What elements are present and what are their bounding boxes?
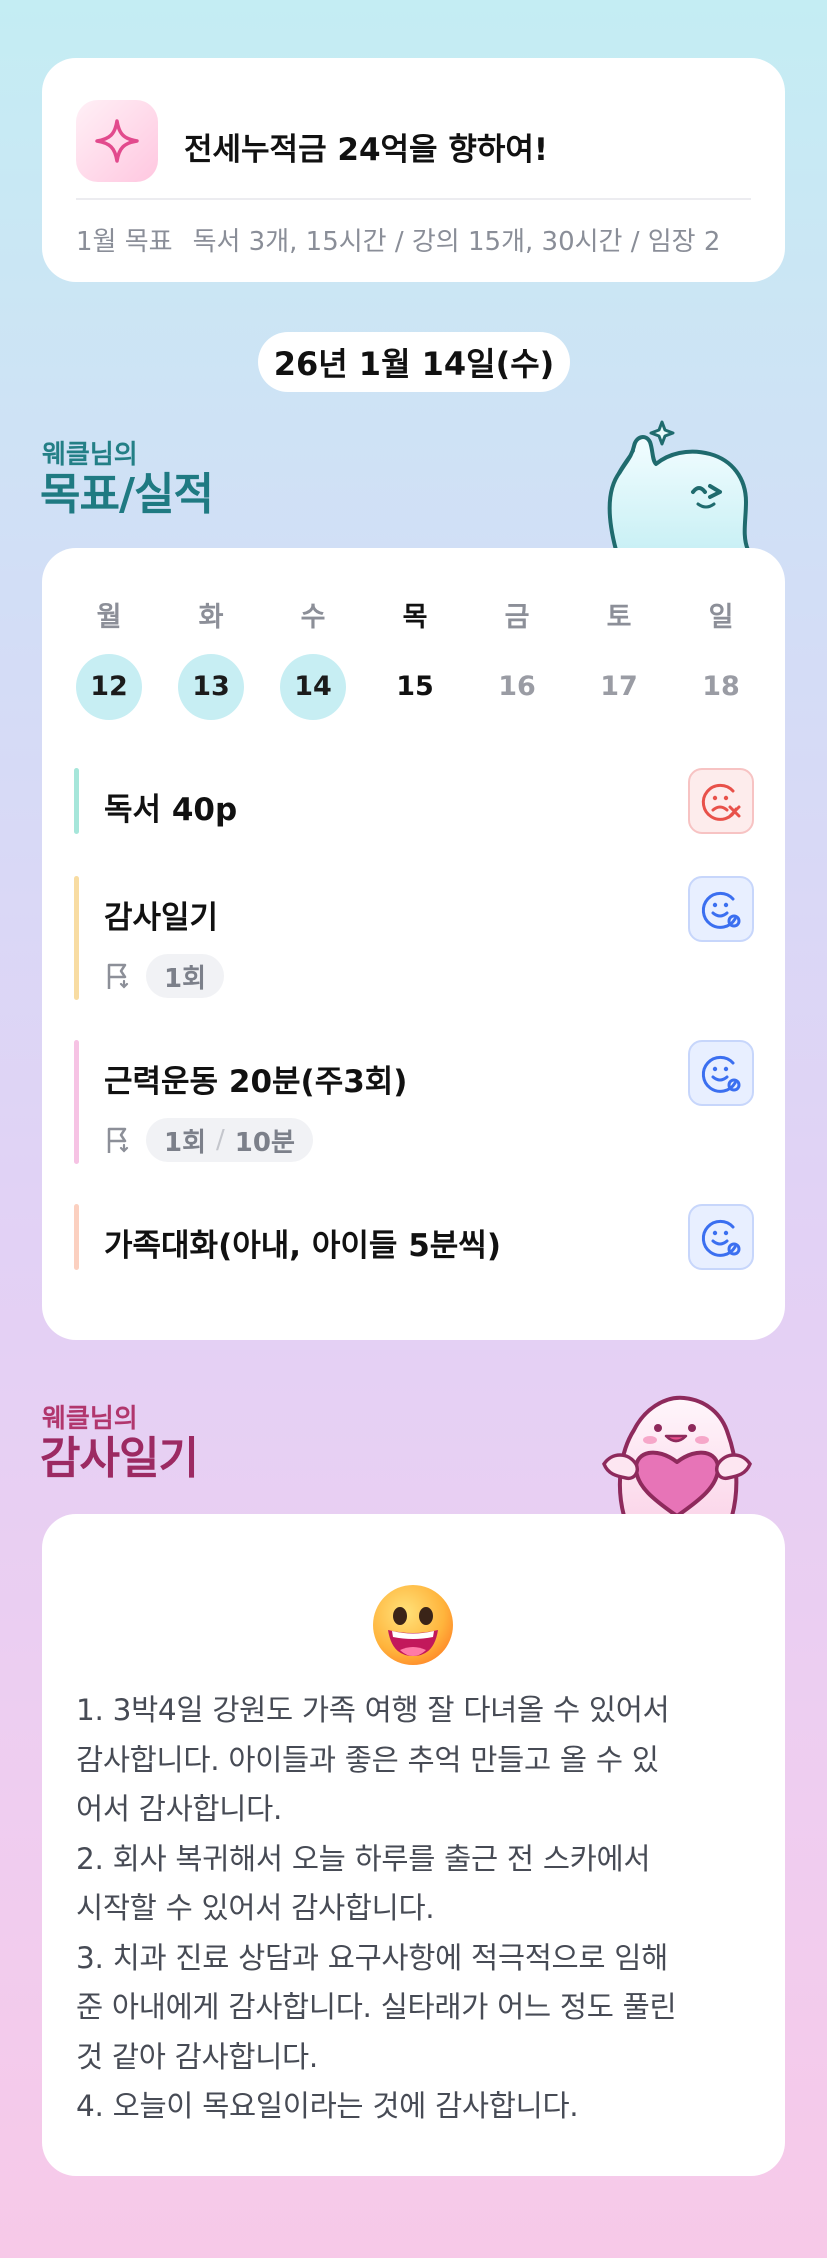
smile-face-check-icon (701, 1055, 741, 1093)
goal-title: 전세누적금 24억을 향하여! (184, 132, 549, 168)
status-ok-button[interactable] (688, 1040, 754, 1106)
task-color-bar (74, 1204, 79, 1270)
sad-face-x-icon (701, 783, 741, 821)
day-name: 금 (504, 602, 530, 633)
task-item[interactable]: 근력운동 20분(주3회) 1회 / 10분 (74, 1040, 754, 1164)
status-ok-button[interactable] (688, 1204, 754, 1270)
task-color-bar (74, 876, 79, 1000)
task-color-bar (74, 768, 79, 834)
status-fail-button[interactable] (688, 768, 754, 834)
diary-line: 감사합니다. 아이들과 좋은 추억 만들고 올 수 있 (76, 1742, 659, 1777)
day-column-sat[interactable]: 토 17 (584, 600, 654, 720)
day-column-thu[interactable]: 목 15 (380, 600, 450, 720)
diary-line: 4. 오늘이 목요일이라는 것에 감사합니다. (76, 2089, 579, 2123)
mascot-thumbs-up-illustration (607, 420, 750, 550)
diary-line: 어서 감사합니다. (76, 1792, 283, 1826)
diary-text: 1. 3박4일 강원도 가족 여행 잘 다녀올 수 있어서 감사합니다. 아이들… (76, 1686, 755, 2132)
flag-icon (107, 1127, 129, 1153)
diary-line: 시작할 수 있어서 감사합니다. (76, 1891, 435, 1925)
day-name: 수 (300, 602, 326, 633)
count-duration-chip: 1회 / 10분 (146, 1118, 313, 1162)
task-name: 근력운동 20분(주3회) (104, 1064, 408, 1100)
task-meta: 1회 (104, 954, 225, 998)
day-number[interactable]: 12 (76, 654, 142, 720)
date-pill[interactable]: 26년 1월 14일(수) (258, 332, 570, 392)
day-name: 목 (402, 602, 428, 633)
day-column-sun[interactable]: 일 18 (686, 600, 756, 720)
day-number[interactable]: 15 (382, 654, 448, 720)
divider (76, 198, 751, 200)
day-number[interactable]: 18 (688, 654, 754, 720)
duration-value: 10분 (234, 1127, 295, 1158)
monthly-goals-text: 독서 3개, 15시간 / 강의 15개, 30시간 / 임장 2 (192, 227, 721, 257)
count-value: 1회 (164, 963, 207, 994)
task-name: 감사일기 (104, 900, 219, 936)
day-name: 화 (198, 602, 224, 633)
diary-line: 1. 3박4일 강원도 가족 여행 잘 다녀올 수 있어서 (76, 1693, 670, 1727)
day-number[interactable]: 14 (280, 654, 346, 720)
task-item[interactable]: 독서 40p (74, 768, 754, 838)
task-color-bar (74, 1040, 79, 1164)
sparkle-icon (76, 100, 158, 182)
diary-line: 3. 치과 진료 상담과 요구사항에 적극적으로 임해 (76, 1940, 668, 1975)
day-column-mon[interactable]: 월 12 (74, 600, 144, 720)
day-column-wed[interactable]: 수 14 (278, 600, 348, 720)
day-column-tue[interactable]: 화 13 (176, 600, 246, 720)
diary-line: 준 아내에게 감사합니다. 실타래가 어느 정도 풀린 (76, 1990, 677, 2024)
goal-header-card[interactable]: 전세누적금 24억을 향하여! 1월 목표 독서 3개, 15시간 / 강의 15… (42, 58, 785, 282)
smile-face-check-icon (701, 1219, 741, 1257)
diary-line: 것 같아 감사합니다. (76, 2039, 318, 2074)
day-name: 토 (606, 602, 632, 633)
diary-section-title: 감사일기 (40, 1433, 199, 1484)
day-name: 일 (708, 602, 734, 633)
task-name: 독서 40p (104, 792, 238, 828)
task-item[interactable]: 가족대화(아내, 아이들 5분씩) (74, 1204, 754, 1274)
day-column-fri[interactable]: 금 16 (482, 600, 552, 720)
grinning-face-emoji (373, 1585, 453, 1665)
count-value: 1회 (164, 1127, 207, 1158)
task-name: 가족대화(아내, 아이들 5분씩) (104, 1228, 501, 1264)
day-number[interactable]: 13 (178, 654, 244, 720)
monthly-goals-label: 1월 목표 (76, 227, 173, 257)
monthly-goals-row: 1월 목표 독서 3개, 15시간 / 강의 15개, 30시간 / 임장 2 (76, 221, 785, 261)
flag-icon (107, 963, 129, 989)
diary-card: 1. 3박4일 강원도 가족 여행 잘 다녀올 수 있어서 감사합니다. 아이들… (42, 1514, 785, 2176)
smile-face-check-icon (701, 891, 741, 929)
status-ok-button[interactable] (688, 876, 754, 942)
goals-card: 월 12 화 13 수 14 목 15 금 16 토 17 일 18 독서 40… (42, 548, 785, 1340)
count-chip: 1회 (146, 954, 225, 998)
task-meta: 1회 / 10분 (104, 1118, 313, 1162)
goals-section-title: 목표/실적 (40, 469, 214, 520)
mascot-heart-illustration (602, 1395, 752, 1516)
day-name: 월 (96, 602, 122, 633)
day-number[interactable]: 16 (484, 654, 550, 720)
separator: / (216, 1125, 225, 1155)
day-number[interactable]: 17 (586, 654, 652, 720)
task-item[interactable]: 감사일기 1회 (74, 876, 754, 1000)
diary-line: 2. 회사 복귀해서 오늘 하루를 출근 전 스카에서 (76, 1841, 651, 1876)
